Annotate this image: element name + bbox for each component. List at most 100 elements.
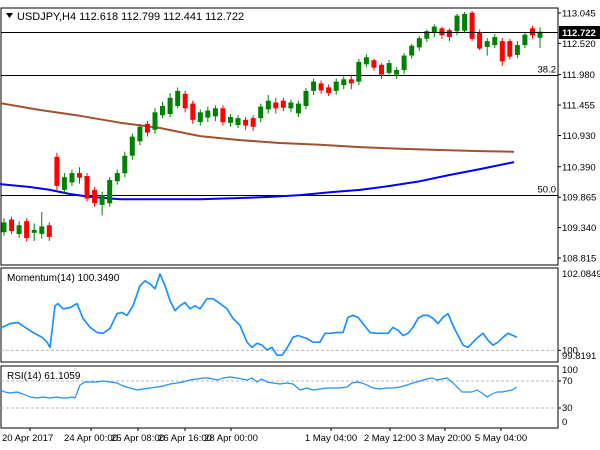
price-tick-label: 111.980 [562, 70, 595, 81]
price-axis[interactable]: 113.045 112.520 111.980 111.455 110.930 110.3… [558, 8, 600, 428]
candle-body [333, 81, 339, 91]
candle-body [24, 221, 30, 238]
candle-body [92, 189, 98, 204]
candle-body [122, 155, 128, 174]
candle-body [212, 108, 218, 117]
ma-blue-line [0, 161, 515, 201]
candle-body [9, 219, 15, 232]
main-price-panel[interactable] [0, 7, 559, 266]
candle-body [258, 106, 264, 119]
price-tick-label: 110.930 [562, 131, 596, 142]
time-tick-label: 3 May 20:00 [419, 433, 471, 444]
rsi-level-label: 30 [562, 403, 573, 414]
candle-body [84, 176, 90, 199]
time-axis[interactable]: 20 Apr 2017 24 Apr 00:0025 Apr 08:0026 Ap… [2, 428, 527, 444]
candle-body [167, 97, 173, 114]
candle-body [235, 118, 241, 126]
candle-body [190, 103, 196, 120]
rsi-label: RSI(14) 61.1059 [7, 371, 81, 382]
candle-body [137, 126, 143, 142]
candle-body [379, 64, 384, 75]
candle-body [514, 45, 520, 55]
time-tick-label: 5 May 04:00 [475, 433, 527, 444]
candle-body [220, 108, 226, 123]
candle-body [462, 13, 468, 31]
candle-body [54, 156, 60, 186]
time-tick-label: 25 Apr 08:00 [111, 433, 165, 444]
symbol-dropdown-icon[interactable] [6, 13, 13, 18]
candle-body [341, 79, 347, 86]
time-tick-label: 24 Apr 00:00 [64, 433, 118, 444]
candle-body [348, 79, 354, 84]
candle-body [446, 30, 452, 38]
ma-brown-line [0, 102, 515, 153]
candle-body [416, 38, 422, 48]
candle-body [152, 112, 158, 130]
price-tick-label: 109.340 [562, 223, 596, 234]
candle-body [243, 119, 249, 126]
candle-body [77, 173, 82, 178]
candle-body [492, 37, 498, 46]
candle-body [99, 195, 105, 205]
candle-body [303, 90, 309, 106]
candle-body [363, 57, 369, 65]
time-tick-label: 1 May 04:00 [305, 433, 357, 444]
price-tick-label: 108.815 [562, 253, 596, 264]
candle-body [326, 87, 332, 94]
candle-body [182, 93, 188, 109]
candle-body [409, 45, 415, 56]
candle-body [477, 32, 483, 49]
candle-body [356, 61, 362, 82]
time-tick-label: 28 Apr 00:00 [204, 433, 258, 444]
candle-body [228, 117, 233, 123]
candle-body [386, 63, 392, 73]
candle-body [288, 102, 294, 109]
candle-body [295, 103, 301, 114]
candles-layer [1, 11, 543, 242]
mt4-chart-window: 38.2 50.0 112.722 113.045 112.520 111.980 11… [0, 0, 600, 450]
current-price-label: 112.722 [562, 28, 596, 39]
candle-body [1, 222, 7, 233]
candle-body [205, 110, 211, 118]
candle-body [46, 225, 52, 237]
candle-body [144, 123, 150, 133]
candle-body [469, 12, 475, 39]
candle-body [484, 41, 490, 47]
price-tick-label: 112.520 [562, 39, 596, 50]
rsi-level-label: 70 [562, 376, 573, 387]
candle-body [265, 100, 271, 110]
price-tick-label: 110.390 [562, 162, 596, 173]
candle-body [250, 118, 256, 127]
candle-body [16, 225, 22, 234]
time-tick-label: 20 Apr 2017 [2, 433, 53, 444]
fib-level-label: 38.2 [538, 65, 557, 76]
time-tick-label: 2 May 12:00 [364, 433, 416, 444]
indicator-lines-layer [0, 273, 558, 409]
candle-body [273, 102, 279, 109]
candle-body [522, 34, 528, 46]
candle-body [114, 173, 120, 182]
candle-body [61, 177, 67, 190]
fib-level-label: 50.0 [538, 185, 557, 196]
price-tick-label: 113.045 [562, 8, 596, 19]
candle-body [530, 28, 535, 36]
candle-body [175, 90, 181, 106]
momentum-line [0, 273, 518, 357]
candle-body [394, 70, 400, 75]
candle-body [311, 81, 317, 91]
candle-body [69, 173, 75, 183]
current-price-line-layer: 112.722 [1, 26, 600, 39]
rsi-level-label: 100 [562, 365, 578, 376]
candle-body [31, 229, 37, 233]
candle-body [129, 136, 135, 156]
momentum-label: Momentum(14) 100.3490 [7, 273, 120, 284]
chart-title: USDJPY,H4 112.618 112.799 112.441 112.72… [17, 11, 244, 23]
candle-body [318, 83, 324, 91]
candle-body [439, 28, 445, 36]
candle-body [499, 41, 505, 62]
price-tick-label: 109.865 [562, 193, 596, 204]
rsi-panel[interactable] [0, 365, 559, 429]
price-tick-label: 111.455 [562, 101, 595, 112]
candle-body [107, 180, 113, 204]
candle-body [401, 55, 407, 71]
